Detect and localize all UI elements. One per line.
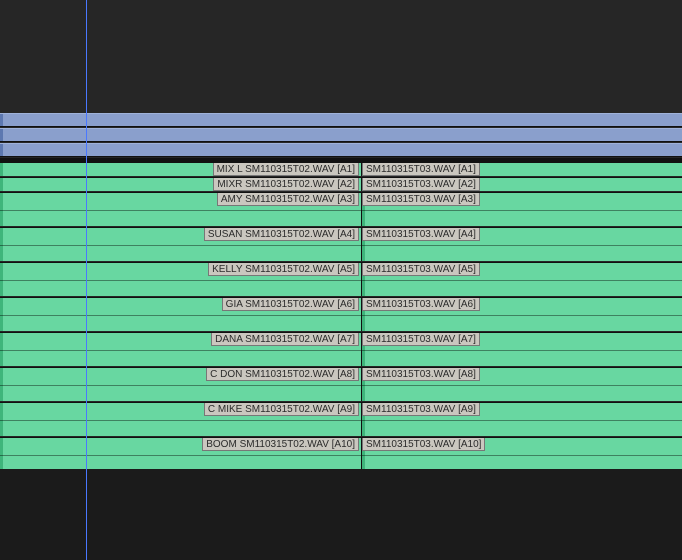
audio-clip[interactable]: SUSAN SM110315T02.WAV [A4] (0, 227, 362, 261)
video-clip[interactable] (0, 113, 682, 127)
audio-clip[interactable]: SM110315T03.WAV [A3] (362, 192, 682, 226)
audio-clip[interactable]: BOOM SM110315T02.WAV [A10] (0, 437, 362, 471)
audio-clip[interactable]: SM110315T03.WAV [A1] (362, 162, 682, 176)
clip-label: MIXR SM110315T02.WAV [A2] (213, 178, 359, 191)
clip-start-handle[interactable] (0, 163, 3, 176)
clip-label: SM110315T03.WAV [A3] (362, 193, 480, 206)
clip-label: DANA SM110315T02.WAV [A7] (211, 333, 359, 346)
audio-track[interactable]: C MIKE SM110315T02.WAV [A9] SM110315T03.… (0, 402, 682, 436)
audio-track[interactable]: C DON SM110315T02.WAV [A8] SM110315T03.W… (0, 367, 682, 401)
clip-label: BOOM SM110315T02.WAV [A10] (202, 438, 359, 451)
clip-start-handle[interactable] (0, 403, 3, 436)
playhead[interactable] (86, 0, 87, 560)
audio-tracks: MIX L SM110315T02.WAV [A1] SM110315T03.W… (0, 162, 682, 472)
clip-start-handle[interactable] (0, 438, 3, 471)
audio-clip[interactable]: SM110315T03.WAV [A10] (362, 437, 682, 471)
clip-start-handle[interactable] (0, 114, 3, 126)
clip-start-handle[interactable] (0, 144, 3, 156)
video-clip[interactable] (0, 128, 682, 142)
clip-label: SUSAN SM110315T02.WAV [A4] (204, 228, 359, 241)
clip-start-handle[interactable] (0, 228, 3, 261)
audio-clip[interactable]: KELLY SM110315T02.WAV [A5] (0, 262, 362, 296)
clip-start-handle[interactable] (0, 298, 3, 331)
audio-track[interactable]: MIXR SM110315T02.WAV [A2] SM110315T03.WA… (0, 177, 682, 191)
clip-label: SM110315T03.WAV [A8] (362, 368, 480, 381)
audio-clip[interactable]: MIX L SM110315T02.WAV [A1] (0, 162, 362, 176)
audio-clip[interactable]: MIXR SM110315T02.WAV [A2] (0, 177, 362, 191)
clip-label: SM110315T03.WAV [A10] (362, 438, 485, 451)
audio-clip[interactable]: GIA SM110315T02.WAV [A6] (0, 297, 362, 331)
video-tracks (0, 113, 682, 158)
audio-track[interactable]: KELLY SM110315T02.WAV [A5] SM110315T03.W… (0, 262, 682, 296)
clip-label: SM110315T03.WAV [A2] (362, 178, 480, 191)
clip-start-handle[interactable] (0, 129, 3, 141)
clip-label: SM110315T03.WAV [A9] (362, 403, 480, 416)
audio-clip[interactable]: AMY SM110315T02.WAV [A3] (0, 192, 362, 226)
audio-clip[interactable]: DANA SM110315T02.WAV [A7] (0, 332, 362, 366)
clip-start-handle[interactable] (0, 368, 3, 401)
video-clip[interactable] (0, 143, 682, 157)
clip-label: SM110315T03.WAV [A5] (362, 263, 480, 276)
clip-start-handle[interactable] (0, 333, 3, 366)
clip-label: GIA SM110315T02.WAV [A6] (222, 298, 359, 311)
audio-clip[interactable]: SM110315T03.WAV [A2] (362, 177, 682, 191)
clip-label: SM110315T03.WAV [A6] (362, 298, 480, 311)
audio-track[interactable]: SUSAN SM110315T02.WAV [A4] SM110315T03.W… (0, 227, 682, 261)
clip-label: SM110315T03.WAV [A1] (362, 163, 480, 176)
audio-track[interactable]: DANA SM110315T02.WAV [A7] SM110315T03.WA… (0, 332, 682, 366)
clip-start-handle[interactable] (0, 263, 3, 296)
audio-track[interactable]: BOOM SM110315T02.WAV [A10] SM110315T03.W… (0, 437, 682, 471)
clip-label: KELLY SM110315T02.WAV [A5] (208, 263, 359, 276)
audio-clip[interactable]: SM110315T03.WAV [A4] (362, 227, 682, 261)
audio-clip[interactable]: SM110315T03.WAV [A5] (362, 262, 682, 296)
audio-track[interactable]: GIA SM110315T02.WAV [A6] SM110315T03.WAV… (0, 297, 682, 331)
clip-label: AMY SM110315T02.WAV [A3] (217, 193, 359, 206)
timeline[interactable]: MIX L SM110315T02.WAV [A1] SM110315T03.W… (0, 0, 682, 560)
audio-track[interactable]: AMY SM110315T02.WAV [A3] SM110315T03.WAV… (0, 192, 682, 226)
empty-timeline-area[interactable] (0, 0, 682, 113)
clip-label: SM110315T03.WAV [A4] (362, 228, 480, 241)
audio-clip[interactable]: C DON SM110315T02.WAV [A8] (0, 367, 362, 401)
audio-clip[interactable]: C MIKE SM110315T02.WAV [A9] (0, 402, 362, 436)
empty-timeline-area[interactable] (0, 469, 682, 560)
clip-label: C DON SM110315T02.WAV [A8] (206, 368, 359, 381)
audio-clip[interactable]: SM110315T03.WAV [A9] (362, 402, 682, 436)
audio-clip[interactable]: SM110315T03.WAV [A8] (362, 367, 682, 401)
clip-label: C MIKE SM110315T02.WAV [A9] (204, 403, 359, 416)
clip-label: SM110315T03.WAV [A7] (362, 333, 480, 346)
clip-start-handle[interactable] (0, 193, 3, 226)
audio-clip[interactable]: SM110315T03.WAV [A6] (362, 297, 682, 331)
clip-label: MIX L SM110315T02.WAV [A1] (213, 163, 359, 176)
audio-track[interactable]: MIX L SM110315T02.WAV [A1] SM110315T03.W… (0, 162, 682, 176)
audio-clip[interactable]: SM110315T03.WAV [A7] (362, 332, 682, 366)
clip-start-handle[interactable] (0, 178, 3, 191)
